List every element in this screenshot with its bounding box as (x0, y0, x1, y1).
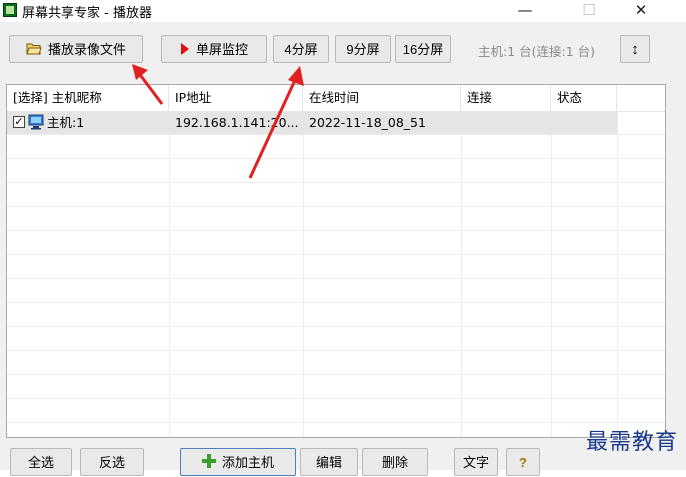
watermark-text: 最需教育 (585, 430, 678, 455)
invert-selection-button[interactable]: 反选 (80, 448, 144, 476)
edit-button[interactable]: 编辑 (300, 448, 358, 476)
annotation-arrows (132, 64, 304, 179)
annotation-arrow-four-screen (248, 66, 304, 179)
add-host-label: 添加主机 (221, 455, 274, 470)
plus-icon (201, 451, 216, 477)
text-button[interactable]: 文字 (454, 448, 498, 476)
annotation-arrow-play (132, 64, 164, 105)
help-button[interactable]: ? (506, 448, 540, 476)
add-host-button[interactable]: 添加主机 (180, 448, 296, 476)
select-all-button[interactable]: 全选 (10, 448, 72, 476)
help-icon: ? (519, 455, 527, 470)
delete-button[interactable]: 删除 (362, 448, 428, 476)
